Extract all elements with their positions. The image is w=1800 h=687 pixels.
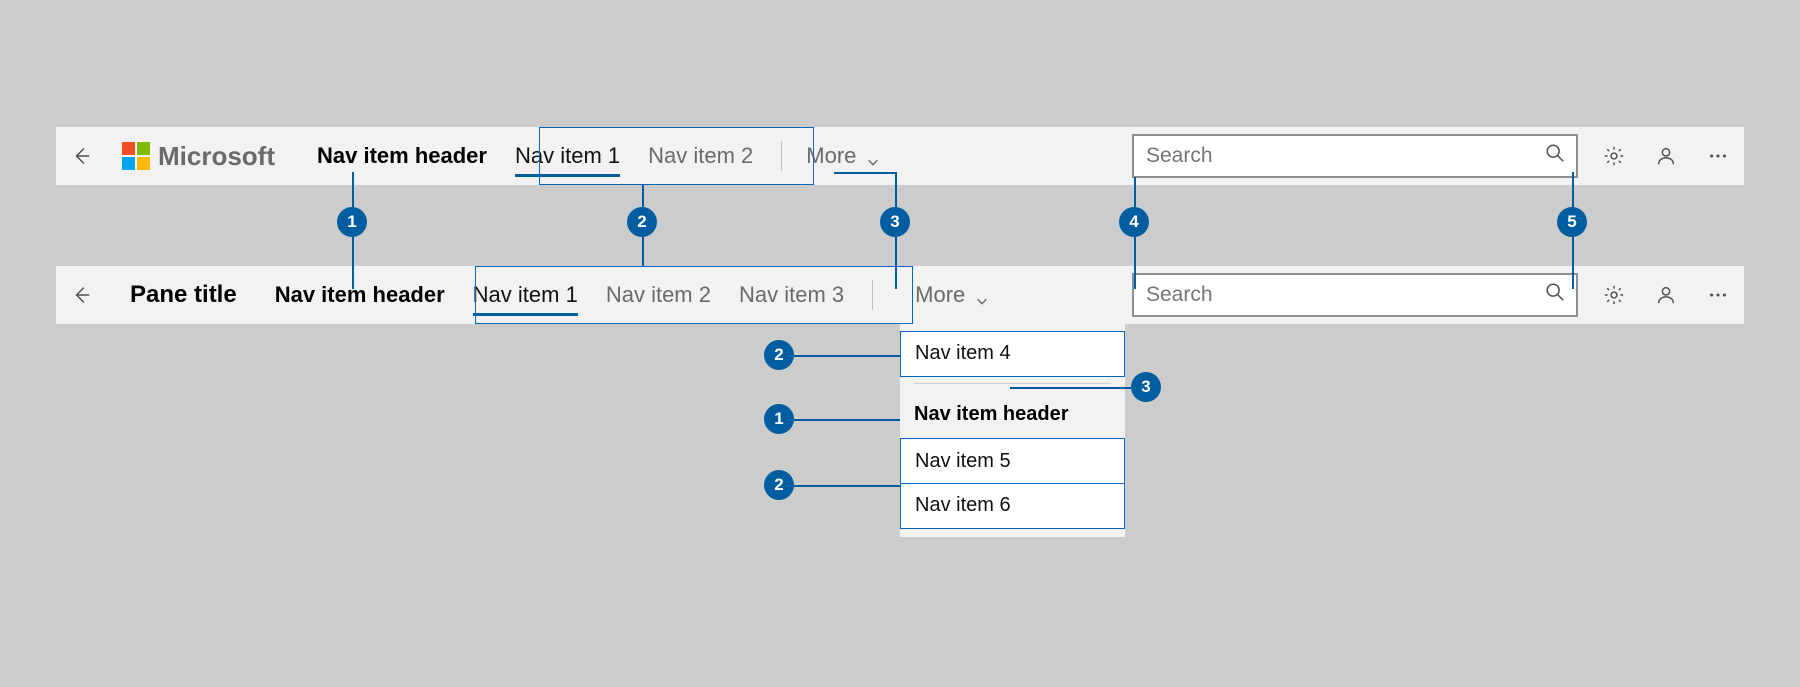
overflow-item-6[interactable]: Nav item 6 [900,483,1125,529]
arrow-left-icon [71,145,93,167]
back-button[interactable] [56,266,108,324]
nav-item-2[interactable]: Nav item 2 [634,127,767,185]
nav-overflow-menu: Nav item 4 Nav item header Nav item 5 Na… [900,324,1125,537]
arrow-left-icon [71,284,93,306]
nav-item-3[interactable]: Nav item 3 [725,266,858,324]
overflow-item-5[interactable]: Nav item 5 [900,438,1125,484]
overflow-separator [914,383,1111,384]
nav-item-header: Nav item header [261,282,459,308]
top-nav-bar-example-2: Pane title Nav item header Nav item 1 Na… [56,266,1744,324]
search-input[interactable] [1144,143,1544,169]
top-nav-bar-example-1: Microsoft Nav item header Nav item 1 Nav… [56,127,1744,185]
overflow-item-4[interactable]: Nav item 4 [900,331,1125,377]
search-box[interactable] [1132,273,1578,317]
more-actions-button[interactable] [1692,266,1744,324]
callout-badge-3b: 3 [1131,372,1161,402]
account-button[interactable] [1640,127,1692,185]
callout-badge-2: 2 [627,207,657,237]
ellipsis-icon [1707,284,1729,306]
brand-label: Microsoft [158,141,275,172]
nav-overflow-more-button[interactable]: More [905,266,999,324]
ellipsis-icon [1707,145,1729,167]
gear-icon [1603,145,1625,167]
pane-title: Pane title [130,281,237,309]
nav-item-1[interactable]: Nav item 1 [501,127,634,185]
callout-badge-2b: 2 [764,340,794,370]
person-icon [1655,284,1677,306]
nav-separator [781,141,782,171]
callout-badge-5: 5 [1557,207,1587,237]
callout-badge-4: 4 [1119,207,1149,237]
back-button[interactable] [56,127,108,185]
callout-badge-2c: 2 [764,470,794,500]
search-box[interactable] [1132,134,1578,178]
search-icon [1544,142,1566,170]
microsoft-logo-icon [122,142,150,170]
callout-badge-3: 3 [880,207,910,237]
nav-item-2[interactable]: Nav item 2 [592,266,725,324]
callout-badge-1b: 1 [764,404,794,434]
more-actions-button[interactable] [1692,127,1744,185]
callout-badge-1: 1 [337,207,367,237]
nav-item-header: Nav item header [303,143,501,169]
gear-icon [1603,284,1625,306]
nav-item-1[interactable]: Nav item 1 [459,266,592,324]
overflow-group-header: Nav item header [900,390,1125,440]
person-icon [1655,145,1677,167]
chevron-down-icon [866,149,880,163]
settings-button[interactable] [1588,266,1640,324]
chevron-down-icon [975,288,989,302]
settings-button[interactable] [1588,127,1640,185]
account-button[interactable] [1640,266,1692,324]
search-icon [1544,281,1566,309]
nav-overflow-more-button[interactable]: More [796,127,890,185]
nav-separator [872,280,873,310]
search-input[interactable] [1144,282,1544,308]
